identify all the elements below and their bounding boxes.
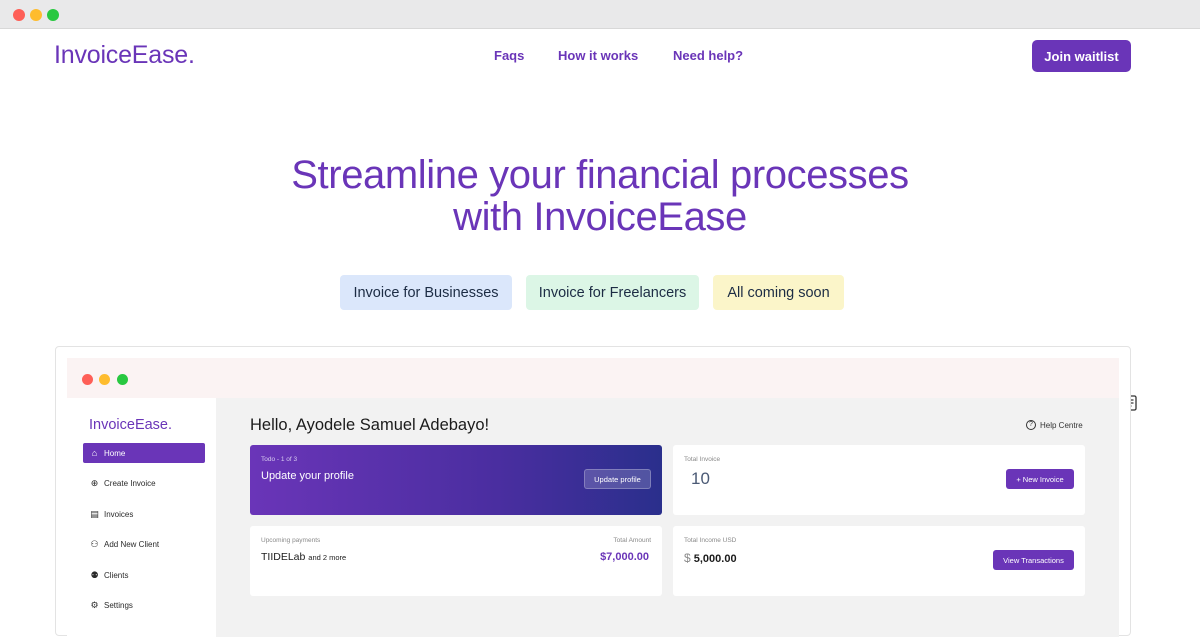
upcoming-client-name: TIIDELab [261,551,306,563]
sidebar-item-label: Create Invoice [104,478,156,488]
sidebar-item-settings[interactable]: ⚙ Settings [83,595,205,615]
invoice-icon: ▤ [90,508,99,519]
hero-heading-line-2: with InvoiceEase [453,195,747,239]
help-centre-link[interactable]: ? Help Centre [1026,420,1083,430]
plus-circle-icon: ⊕ [90,477,99,488]
total-invoice-value: 10 [691,469,710,488]
app-preview-titlebar [67,358,1119,398]
total-income-value-line: $ 5,000.00 [684,551,737,565]
app-preview-frame: InvoiceEase. ⌂ Home ⊕ Create Invoice ▤ Invoic… [55,346,1131,637]
total-invoice-label: Total Invoice [684,456,721,463]
upcoming-client-line: TIIDELab and 2 more [261,551,346,563]
brand-logo[interactable]: InvoiceEase. [54,41,195,70]
settings-icon: ⚙ [90,599,99,610]
todo-card: Todo - 1 of 3 Update your profile Update… [250,445,662,515]
total-amount-label: Total Amount [613,537,651,544]
total-income-label: Total Income USD [684,537,737,544]
view-transactions-button[interactable]: View Transactions [993,550,1074,570]
upcoming-total-amount: $7,000.00 [600,551,649,563]
app-sidebar: InvoiceEase. ⌂ Home ⊕ Create Invoice ▤ Invoic… [67,398,216,637]
preview-maximize-dot [117,374,128,385]
maximize-window-button[interactable] [47,9,59,21]
help-centre-label: Help Centre [1040,420,1083,430]
nav-faqs-link[interactable]: Faqs [494,48,524,63]
join-waitlist-button[interactable]: Join waitlist [1032,40,1131,72]
sidebar-item-label: Add New Client [104,539,160,549]
greeting-heading: Hello, Ayodele Samuel Adebayo! [250,416,490,434]
sidebar-item-add-new-client[interactable]: ⚇ Add New Client [83,534,205,554]
nav-need-help-link[interactable]: Need help? [673,48,743,63]
app-dashboard: Hello, Ayodele Samuel Adebayo! ? Help Ce… [216,398,1119,637]
preview-minimize-dot [99,374,110,385]
todo-title: Update your profile [261,470,354,482]
sidebar-item-label: Home [104,448,126,458]
sidebar-item-invoices[interactable]: ▤ Invoices [83,504,205,524]
close-window-button[interactable] [13,9,25,21]
sidebar-item-label: Invoices [104,509,134,519]
landing-page: InvoiceEase. Faqs How it works Need help… [0,29,1200,637]
todo-count-label: Todo - 1 of 3 [261,456,298,463]
sidebar-item-clients[interactable]: ⚉ Clients [83,565,205,585]
sidebar-item-home[interactable]: ⌂ Home [83,443,205,463]
pill-businesses[interactable]: Invoice for Businesses [340,275,512,310]
preview-close-dot [82,374,93,385]
pill-freelancers[interactable]: Invoice for Freelancers [526,275,699,310]
upcoming-payments-card: Upcoming payments Total Amount TIIDELab … [250,526,662,596]
total-invoice-card: Total Invoice 10 + New Invoice [673,445,1085,515]
new-invoice-button[interactable]: + New Invoice [1006,469,1074,489]
sidebar-item-label: Settings [104,600,133,610]
dollar-icon: $ [684,551,691,565]
upcoming-payments-label: Upcoming payments [261,537,321,544]
sidebar-item-label: Clients [104,570,129,580]
minimize-window-button[interactable] [30,9,42,21]
sidebar-item-create-invoice[interactable]: ⊕ Create Invoice [83,473,205,493]
nav-how-it-works-link[interactable]: How it works [558,48,638,63]
update-profile-button[interactable]: Update profile [584,469,651,489]
browser-titlebar [0,0,1200,29]
hero-heading: Streamline your financial processes with… [0,154,1200,238]
question-icon: ? [1026,420,1036,430]
add-user-icon: ⚇ [90,538,99,549]
upcoming-more-label: and 2 more [308,553,347,562]
home-icon: ⌂ [91,448,98,458]
pill-coming-soon[interactable]: All coming soon [713,275,844,310]
total-income-card: Total Income USD $ 5,000.00 View Transac… [673,526,1085,596]
hero-heading-line-1: Streamline your financial processes [291,153,909,197]
clients-icon: ⚉ [90,569,99,580]
app-brand-logo: InvoiceEase. [89,417,173,433]
total-income-value: 5,000.00 [693,553,737,565]
